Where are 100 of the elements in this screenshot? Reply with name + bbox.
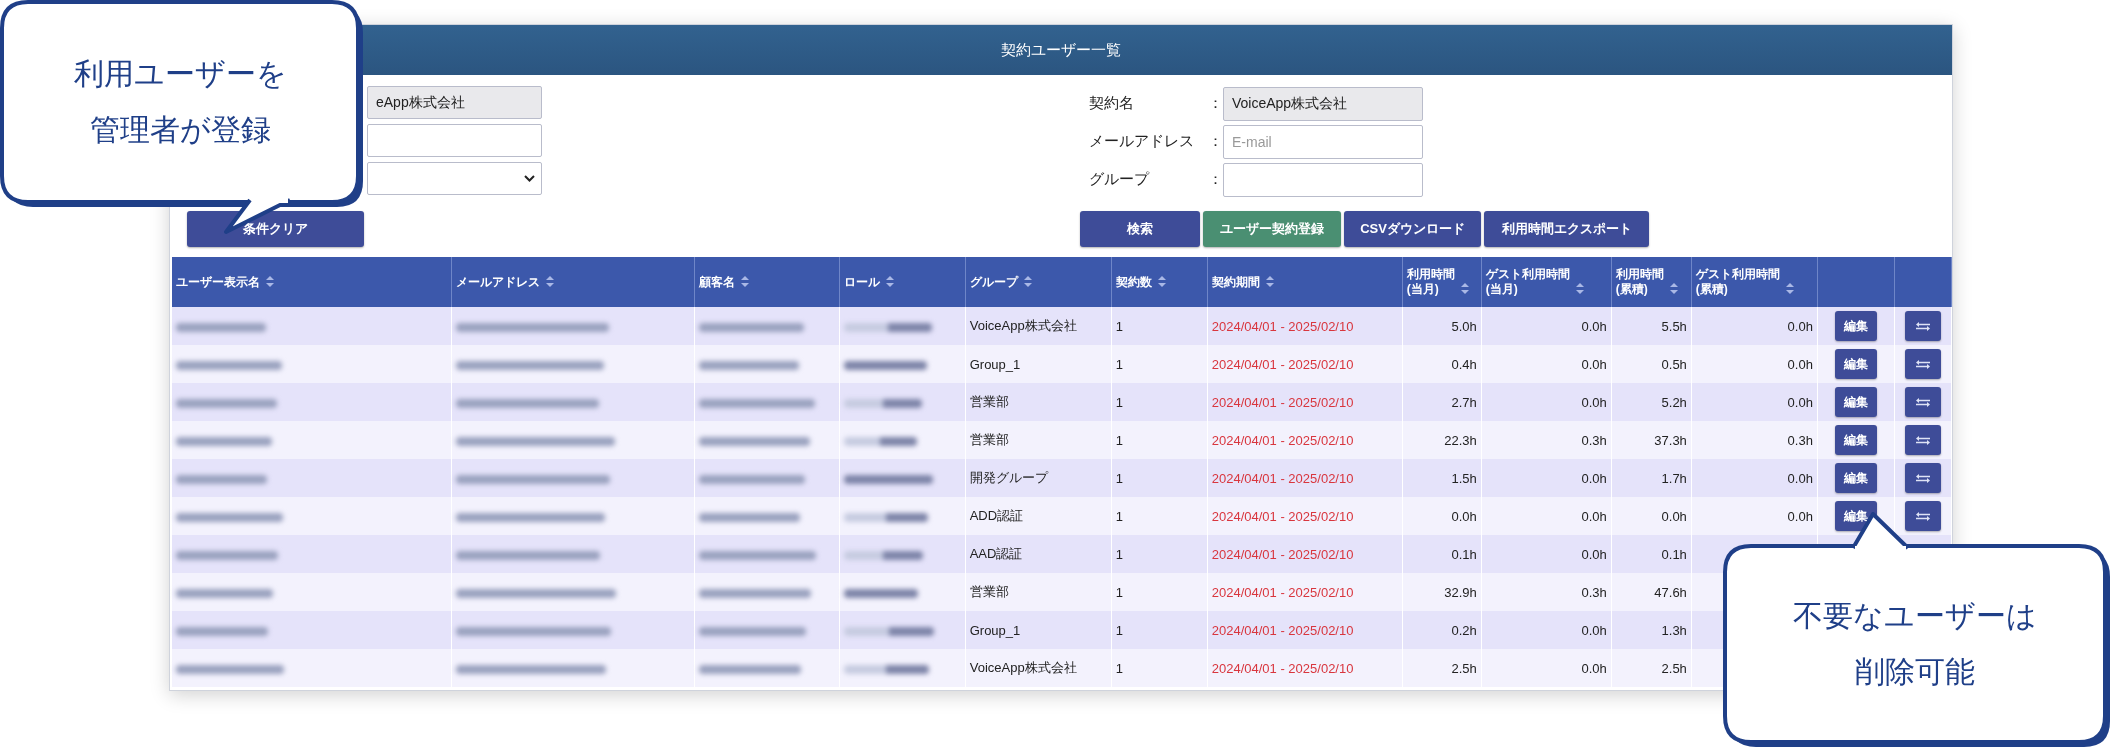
table-cell: Group_1 [969, 356, 1021, 372]
table-cell: 0.3h [1787, 432, 1813, 448]
table-cell: 1.5h [1451, 470, 1477, 486]
colon-text: ： [1208, 132, 1223, 151]
export-button[interactable]: 利用時間エクスポート [1484, 211, 1649, 247]
input-field[interactable] [1223, 162, 1423, 197]
swap-button[interactable] [1904, 501, 1941, 531]
table-cell: 1 [1115, 622, 1123, 638]
dropdown-field[interactable] [367, 162, 542, 195]
edit-button[interactable]: 編集 [1834, 463, 1877, 493]
table-cell: 5.2h [1661, 394, 1687, 410]
table-cell: 2024/04/01 - 2025/02/10 [1211, 660, 1354, 676]
swap-button[interactable] [1904, 311, 1941, 341]
colon-text: ： [1208, 170, 1223, 189]
table-cell: 1 [1115, 584, 1123, 600]
swap-icon [1915, 473, 1930, 483]
callout-text: 削除可能 [1855, 654, 1975, 690]
table-cell: 5.0h [1451, 318, 1477, 334]
column-header[interactable]: ロール [843, 274, 880, 290]
table-cell: 0.1h [1661, 546, 1687, 562]
sort-icon[interactable] [1157, 275, 1166, 287]
edit-button[interactable]: 編集 [1834, 349, 1877, 379]
table-cell: 0.2h [1451, 622, 1477, 638]
clear-button[interactable]: 条件クリア [187, 211, 364, 247]
input-field[interactable] [367, 124, 542, 157]
table-cell: 1 [1115, 318, 1123, 334]
sort-icon[interactable] [266, 275, 274, 287]
table-cell: 0.0h [1581, 622, 1607, 638]
sort-icon[interactable] [1265, 275, 1274, 287]
field-label: グループ [1089, 170, 1151, 189]
table-cell: 0.3h [1581, 584, 1607, 600]
sort-icon[interactable] [1023, 275, 1032, 287]
table-cell: 1 [1115, 356, 1123, 372]
table-cell: 1.3h [1661, 622, 1687, 638]
table-cell: 0.0h [1581, 470, 1607, 486]
swap-button[interactable] [1904, 463, 1941, 493]
chevron-icon [524, 175, 535, 182]
swap-button[interactable] [1904, 425, 1941, 455]
swap-button[interactable] [1904, 387, 1941, 417]
sort-icon[interactable] [740, 275, 749, 287]
sort-icon[interactable] [545, 275, 554, 287]
column-header[interactable]: 契約期間 [1211, 274, 1260, 290]
search-button[interactable]: 検索 [1080, 211, 1200, 247]
column-header[interactable]: メールアドレス [455, 274, 540, 290]
table-cell: AAD認証 [969, 546, 1023, 561]
table-cell: 2.5h [1451, 660, 1477, 676]
table-cell: 2024/04/01 - 2025/02/10 [1211, 584, 1354, 600]
table-cell: 営業部 [969, 394, 1009, 409]
callout-text: 管理者が登録 [89, 112, 271, 148]
table-cell: 2.5h [1661, 660, 1687, 676]
table-cell: 1 [1115, 432, 1123, 448]
table-cell: 0.5h [1661, 356, 1687, 372]
table-cell: 0.0h [1581, 318, 1607, 334]
table-cell: VoiceApp株式会社 [969, 318, 1077, 333]
swap-icon [1915, 511, 1930, 521]
field-label: 契約名 [1089, 94, 1135, 113]
column-header[interactable]: 顧客名 [698, 274, 735, 290]
table-cell: 1 [1115, 546, 1123, 562]
table-cell: 0.0h [1787, 394, 1813, 410]
table-cell: 2024/04/01 - 2025/02/10 [1211, 394, 1354, 410]
table-cell: VoiceApp株式会社 [969, 660, 1077, 675]
register-button[interactable]: ユーザー契約登録 [1203, 211, 1341, 247]
table-cell: 32.9h [1444, 584, 1477, 600]
sort-icon[interactable] [1575, 283, 1584, 294]
table-cell: 1 [1115, 394, 1123, 410]
table-cell: 2024/04/01 - 2025/02/10 [1211, 356, 1354, 372]
table-cell: 0.0h [1787, 356, 1813, 372]
table-cell: 2024/04/01 - 2025/02/10 [1211, 508, 1354, 524]
column-header[interactable]: 契約数 [1115, 274, 1152, 290]
column-header[interactable]: ユーザー表示名 [176, 274, 260, 290]
table-cell: 0.0h [1787, 318, 1813, 334]
sort-icon[interactable] [885, 275, 894, 287]
table-cell: 0.1h [1451, 546, 1477, 562]
download-button[interactable]: CSVダウンロード [1344, 211, 1481, 247]
callout-text: 利用ユーザーを [73, 56, 287, 92]
table-cell: 47.6h [1654, 584, 1687, 600]
edit-button[interactable]: 編集 [1834, 425, 1877, 455]
sort-icon[interactable] [1785, 283, 1794, 294]
table-cell: 0.0h [1661, 508, 1687, 524]
table-cell: 2024/04/01 - 2025/02/10 [1211, 546, 1354, 562]
table-cell: 5.5h [1661, 318, 1687, 334]
table-cell: 37.3h [1654, 432, 1687, 448]
table-cell: 1 [1115, 470, 1123, 486]
edit-button[interactable]: 編集 [1834, 311, 1877, 341]
table-cell: 0.0h [1581, 546, 1607, 562]
contract-name-field: eApp株式会社 [367, 86, 542, 119]
swap-icon [1915, 359, 1930, 369]
contract-name-field: VoiceApp株式会社 [1223, 86, 1423, 121]
table-cell: ADD認証 [969, 508, 1024, 523]
sort-icon[interactable] [1460, 283, 1469, 294]
column-header[interactable]: グループ [969, 274, 1018, 290]
swap-button[interactable] [1904, 349, 1941, 379]
swap-icon [1915, 435, 1930, 445]
table-cell: 2024/04/01 - 2025/02/10 [1211, 432, 1354, 448]
edit-button[interactable]: 編集 [1834, 387, 1877, 417]
table-cell: 0.0h [1451, 508, 1477, 524]
table-cell: 22.3h [1444, 432, 1477, 448]
table-cell: 0.0h [1581, 660, 1607, 676]
table-cell: 2.7h [1451, 394, 1477, 410]
sort-icon[interactable] [1669, 283, 1678, 294]
